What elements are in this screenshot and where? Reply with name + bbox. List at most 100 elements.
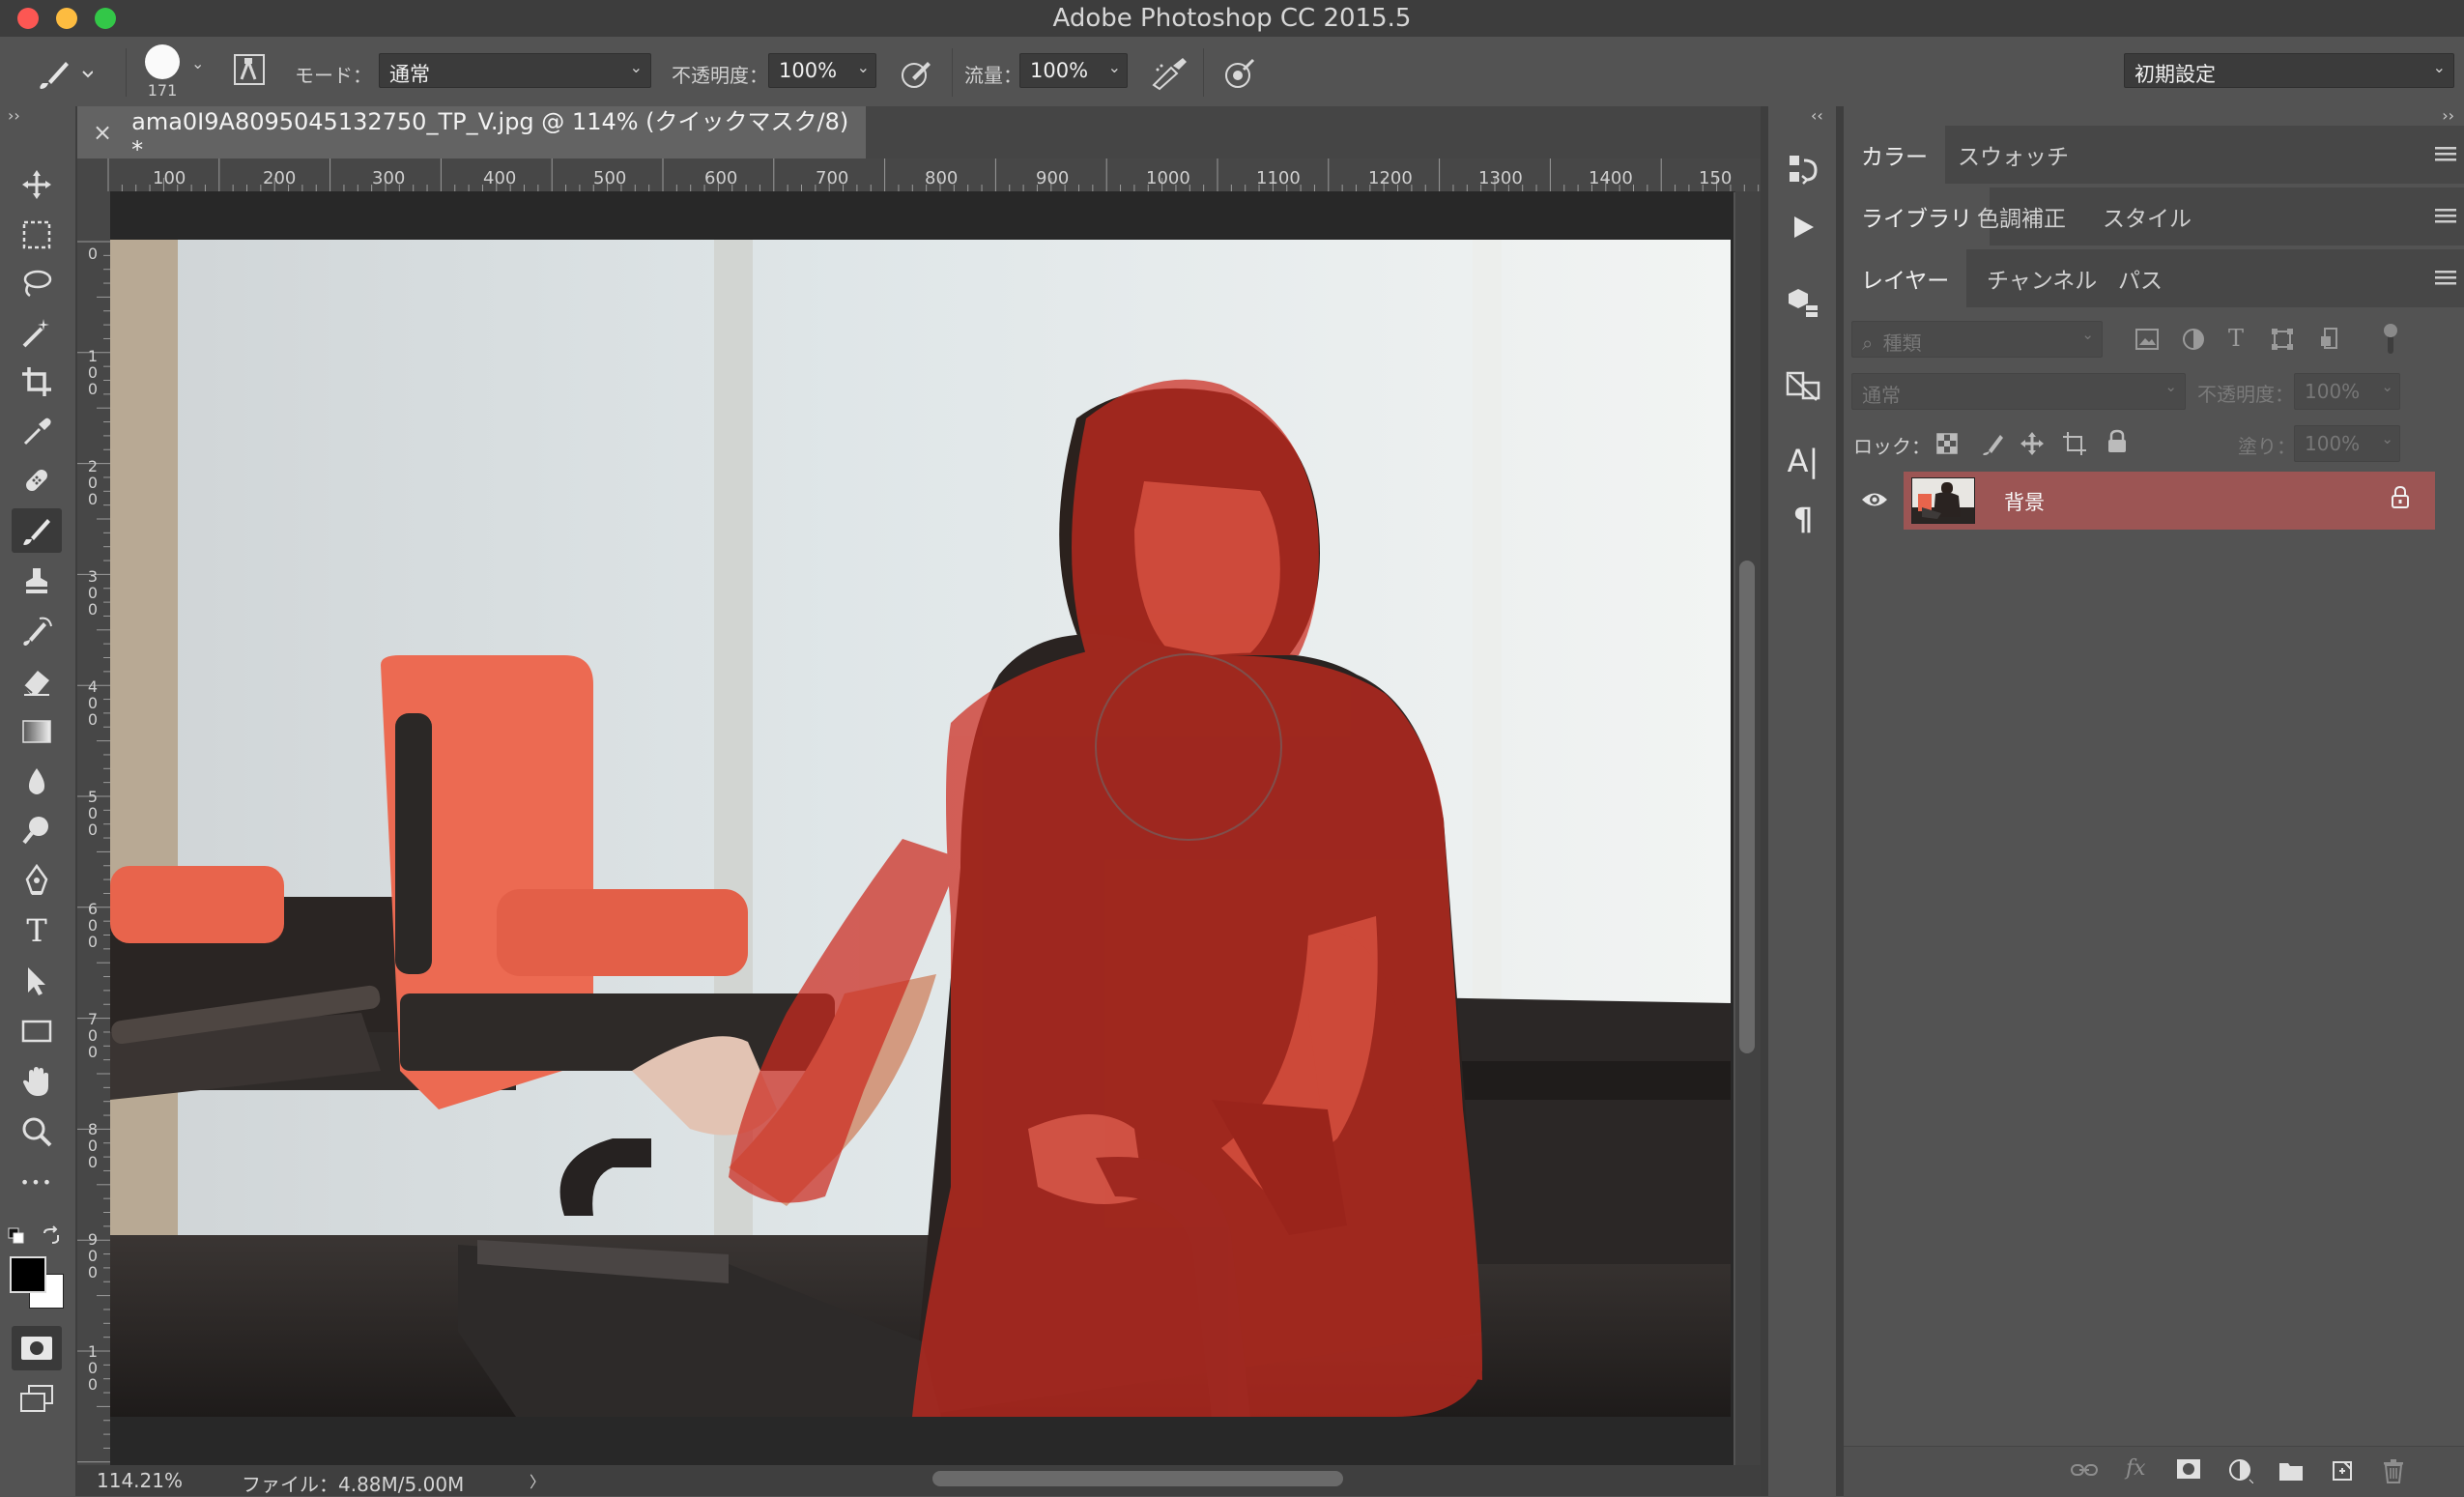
foreground-color-swatch[interactable]	[10, 1256, 46, 1293]
layer-filter-select[interactable]: ⌕ 種類 ⌄	[1851, 321, 2103, 358]
airbrush-icon[interactable]	[1150, 56, 1189, 91]
smart-object-filter-icon[interactable]	[2319, 327, 2342, 350]
status-menu-arrow[interactable]: 〉	[530, 1469, 545, 1492]
tab-swatches[interactable]: スウォッチ	[1940, 126, 2086, 184]
panel-menu-icon[interactable]	[2435, 271, 2456, 286]
options-bar: 171 ⌄ モード： 通常 ⌄ 不透明度： 100% ⌄ 流量： 100% ⌄	[0, 37, 2464, 108]
tab-label: スウォッチ	[1958, 145, 2069, 170]
ruler-label: 1 0 0	[87, 347, 99, 398]
collapse-toolbar-icon[interactable]: ››	[8, 106, 20, 125]
pixel-layer-filter-icon[interactable]	[2135, 329, 2159, 350]
layer-effects-icon[interactable]: fx	[2126, 1456, 2146, 1481]
lock-transparent-pixels-icon[interactable]	[1936, 433, 1958, 454]
screen-mode-icon[interactable]	[12, 1376, 62, 1421]
hand-tool-icon[interactable]	[12, 1059, 62, 1104]
adjustment-layer-icon[interactable]	[2228, 1458, 2253, 1483]
layer-name[interactable]: 背景	[2004, 487, 2045, 516]
more-tools-icon[interactable]: •••	[12, 1160, 62, 1204]
tab-channels[interactable]: チャンネル	[1969, 249, 2114, 307]
document-tab[interactable]: × ama0I9A8095045132750_TP_V.jpg @ 114% (…	[77, 106, 866, 163]
marquee-tool-icon[interactable]	[12, 213, 62, 257]
delete-layer-icon[interactable]	[2383, 1458, 2404, 1483]
history-brush-tool-icon[interactable]	[12, 609, 62, 653]
zoom-level[interactable]: 114.21%	[97, 1469, 183, 1492]
tab-paths[interactable]: パス	[2101, 249, 2180, 307]
rectangle-tool-icon[interactable]	[12, 1009, 62, 1053]
opacity-field[interactable]: 100% ⌄	[768, 53, 876, 88]
adjustment-layer-filter-icon[interactable]	[2182, 328, 2205, 351]
fill-field[interactable]: 100% ⌄	[2294, 425, 2400, 462]
clone-stamp-tool-icon[interactable]	[12, 559, 62, 603]
collapse-panels-icon[interactable]: ››	[2442, 106, 2454, 125]
filter-toggle-switch[interactable]	[2383, 323, 2398, 356]
type-layer-filter-icon[interactable]: T	[2228, 325, 2244, 352]
layer-filter-value: 種類	[1882, 331, 1922, 355]
visibility-eye-icon[interactable]	[1861, 489, 1888, 510]
pen-tool-icon[interactable]	[12, 858, 62, 903]
lasso-tool-icon[interactable]	[12, 261, 62, 305]
layer-thumbnail[interactable]	[1911, 477, 1975, 524]
quick-mask-icon[interactable]	[12, 1326, 62, 1370]
magic-wand-tool-icon[interactable]	[12, 311, 62, 356]
tab-styles[interactable]: スタイル	[2085, 187, 2209, 245]
layer-opacity-field[interactable]: 100% ⌄	[2294, 373, 2400, 410]
type-tool-icon[interactable]: T	[12, 908, 62, 953]
layer-selected-highlight[interactable]: 背景	[1904, 472, 2435, 530]
tab-adjustments[interactable]: 色調補正	[1960, 187, 2083, 245]
document-canvas-image[interactable]	[110, 240, 1731, 1417]
flow-field[interactable]: 100% ⌄	[1019, 53, 1128, 88]
actions-panel-icon[interactable]	[1778, 205, 1828, 249]
brush-tool-icon[interactable]	[12, 508, 62, 553]
chevron-down-icon: ⌄	[2381, 430, 2393, 447]
history-panel-icon[interactable]	[1778, 147, 1828, 191]
eraser-tool-icon[interactable]	[12, 659, 62, 704]
blur-tool-icon[interactable]	[12, 760, 62, 804]
panel-menu-icon[interactable]	[2435, 209, 2456, 224]
character-panel-glyph: A|	[1787, 443, 1819, 479]
swap-colors-icon[interactable]	[41, 1225, 62, 1247]
character-panel-icon[interactable]: A|	[1778, 439, 1828, 483]
blend-mode-select[interactable]: 通常 ⌄	[1851, 373, 2186, 410]
dodge-tool-icon[interactable]	[12, 808, 62, 852]
pressure-size-icon[interactable]	[1222, 56, 1257, 91]
new-group-icon[interactable]	[2278, 1460, 2304, 1482]
collapse-dock-icon[interactable]: ‹‹	[1811, 106, 1823, 125]
mode-select[interactable]: 通常 ⌄	[379, 53, 651, 88]
lock-position-icon[interactable]	[2020, 431, 2045, 456]
properties-panel-icon[interactable]	[1778, 363, 1828, 408]
zoom-tool-icon[interactable]	[12, 1109, 62, 1154]
add-layer-mask-icon[interactable]	[2176, 1458, 2201, 1480]
shape-layer-filter-icon[interactable]	[2271, 328, 2294, 351]
lock-all-icon[interactable]	[2106, 429, 2128, 454]
tab-layers[interactable]: レイヤー	[1844, 249, 1967, 307]
path-selection-tool-icon[interactable]	[12, 959, 62, 1003]
move-tool-icon[interactable]	[12, 162, 62, 207]
layer-lock-icon[interactable]	[2391, 485, 2410, 510]
crop-tool-icon[interactable]	[12, 360, 62, 404]
new-layer-icon[interactable]	[2331, 1458, 2354, 1482]
vertical-scroll-thumb[interactable]	[1739, 561, 1755, 1053]
brush-preset-picker[interactable]: 171 ⌄	[145, 44, 213, 102]
tab-color[interactable]: カラー	[1844, 126, 1945, 184]
panel-menu-icon[interactable]	[2435, 147, 2456, 162]
close-tab-icon[interactable]: ×	[93, 119, 112, 146]
ruler-label: 700	[816, 168, 849, 188]
3d-panel-icon[interactable]	[1778, 280, 1828, 325]
pressure-opacity-icon[interactable]	[899, 56, 933, 91]
lock-artboard-icon[interactable]	[2062, 431, 2087, 456]
paragraph-panel-icon[interactable]: ¶	[1778, 497, 1828, 541]
link-layers-icon[interactable]	[2070, 1460, 2099, 1480]
lock-image-pixels-icon[interactable]	[1981, 431, 2004, 456]
brush-tool-preset-icon[interactable]	[35, 52, 93, 91]
brush-panel-toggle-icon[interactable]	[232, 52, 267, 87]
eyedropper-tool-icon[interactable]	[12, 410, 62, 454]
title-bar: Adobe Photoshop CC 2015.5	[0, 0, 2464, 37]
horizontal-scroll-thumb[interactable]	[932, 1471, 1343, 1486]
tab-label: スタイル	[2103, 207, 2192, 232]
workspace-select[interactable]: 初期設定 ⌄	[2124, 53, 2454, 88]
default-colors-icon[interactable]	[8, 1227, 25, 1245]
opacity-value: 100%	[779, 59, 838, 82]
gradient-tool-icon[interactable]	[12, 709, 62, 754]
healing-brush-tool-icon[interactable]	[12, 458, 62, 503]
chevron-down-icon: ⌄	[2432, 58, 2446, 76]
